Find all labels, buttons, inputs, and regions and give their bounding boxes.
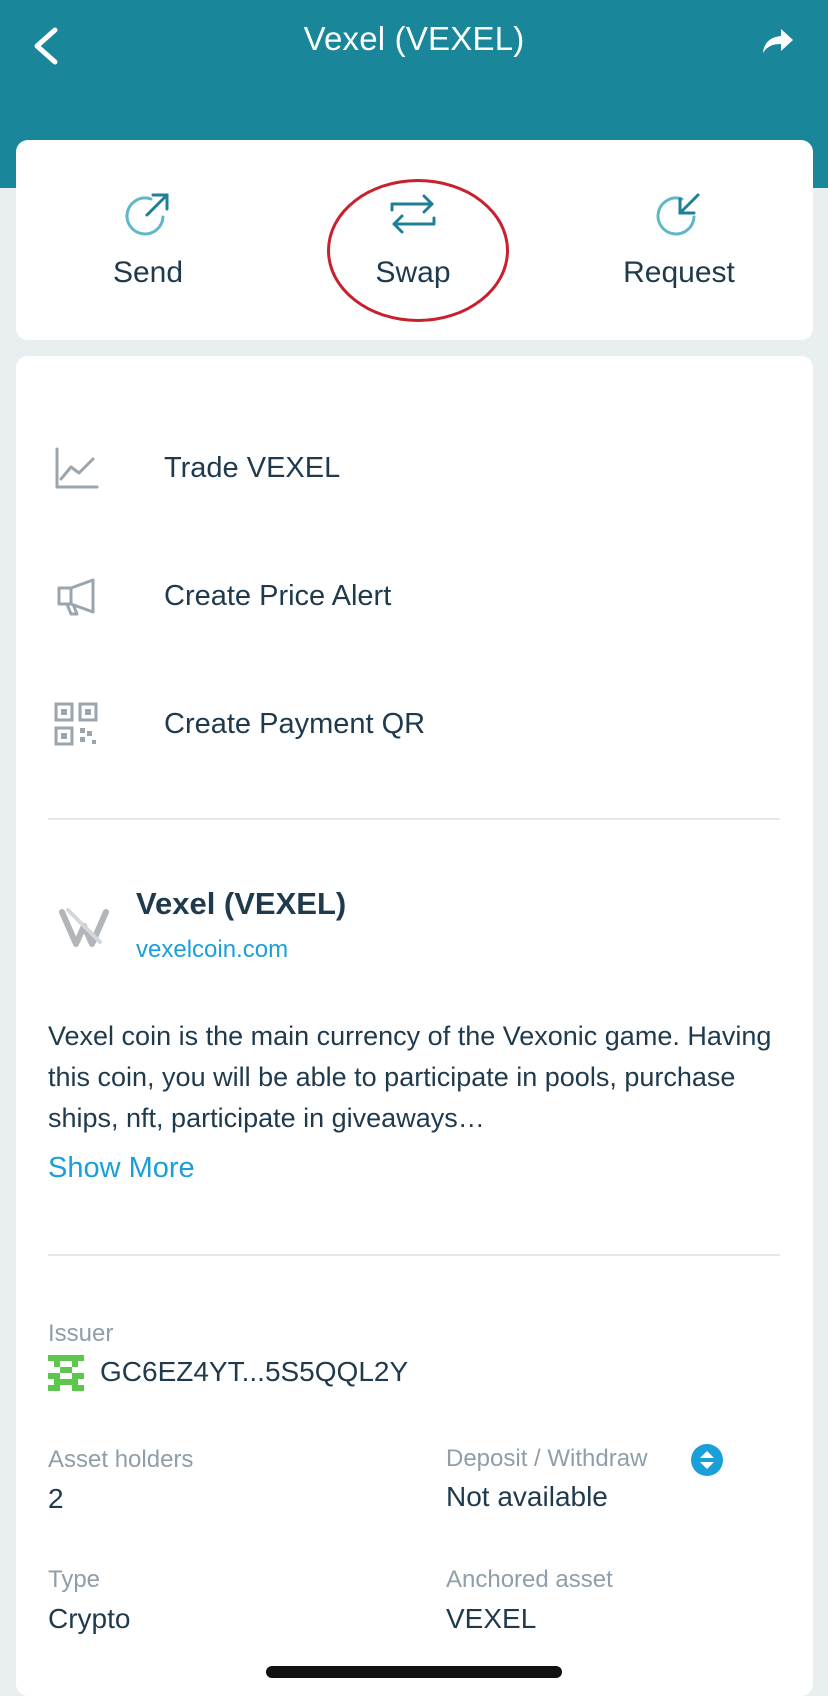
type-value: Crypto [48,1603,131,1634]
trade-label: Trade VEXEL [164,451,341,484]
issuer-value[interactable]: GC6EZ4YT...5S5QQL2Y [100,1356,408,1388]
asset-description: Vexel coin is the main currency of the V… [48,1021,772,1133]
swap-button[interactable]: Swap [313,140,513,340]
send-button[interactable]: Send [48,140,248,340]
request-button[interactable]: Request [579,140,779,340]
asset-name: Vexel (VEXEL) [136,886,347,921]
asset-holders-label: Asset holders [48,1446,194,1473]
deposit-withdraw-label: Deposit / Withdraw [446,1445,648,1472]
asset-domain-link[interactable]: vexelcoin.com [136,936,288,964]
anchored-asset-label: Anchored asset [446,1566,613,1593]
price-alert-menu-item[interactable]: Create Price Alert [46,551,786,641]
asset-details-card: Trade VEXEL Create Price Alert Create Pa… [16,356,813,1696]
swap-arrows-icon [386,184,440,244]
payment-qr-menu-item[interactable]: Create Payment QR [46,679,786,769]
issuer-identicon [48,1355,84,1391]
share-arrow-icon [763,29,793,53]
send-label: Send [112,256,184,289]
deposit-withdraw-value: Not available [446,1481,608,1512]
anchored-asset-value: VEXEL [446,1603,537,1634]
page-title: Vexel (VEXEL) [303,20,525,57]
request-arrow-icon [652,184,706,244]
show-more-link[interactable]: Show More [48,1152,195,1185]
vexel-logo [54,896,114,956]
qr-code-icon [46,701,106,747]
megaphone-icon [46,576,106,616]
divider [48,1254,780,1256]
price-alert-label: Create Price Alert [164,579,392,612]
home-indicator [266,1666,562,1678]
sort-toggle-icon[interactable] [691,1444,723,1476]
send-arrow-icon [121,184,175,244]
chart-line-icon [46,445,106,491]
divider [48,818,780,820]
type-label: Type [48,1566,101,1593]
trade-menu-item[interactable]: Trade VEXEL [46,423,786,513]
share-button[interactable] [746,14,810,70]
asset-holders-value: 2 [48,1483,64,1514]
issuer-label: Issuer [48,1320,114,1347]
request-label: Request [623,256,735,289]
quick-actions-card: Send Swap Request [16,140,813,340]
swap-label: Swap [375,256,451,289]
payment-qr-label: Create Payment QR [164,707,426,740]
